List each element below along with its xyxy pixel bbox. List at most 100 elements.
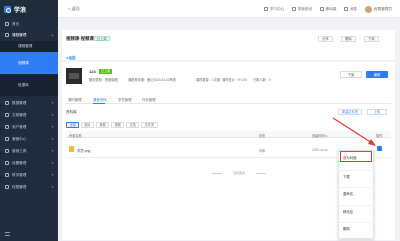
upload-button[interactable]: 上传 (367, 109, 387, 115)
chevron-down-icon: ▼ (51, 137, 54, 141)
collapse-menu-icon[interactable] (5, 232, 10, 236)
sidebar-item-marketing[interactable]: 营销中心 ▼ (0, 134, 58, 144)
course-offline-button[interactable]: 下架 (340, 71, 362, 78)
topbar: < 返回 学习中心 学浪资讯 移动端 消息 权限管理员 (58, 0, 400, 18)
logo-icon (4, 5, 11, 13)
file-created-time: 2020-xx-xx (312, 148, 328, 152)
tab-materials[interactable]: 课程资料 (93, 97, 107, 102)
breadcrumb[interactable]: ◂ 返回 (66, 55, 75, 60)
sidebar-item-data[interactable]: 数据管理 ▼ (0, 98, 58, 108)
sidebar-item-course[interactable]: 课程管理 ▲ (0, 30, 58, 40)
filter-document[interactable]: 文档 (126, 122, 140, 128)
share-button[interactable]: 分享 (318, 36, 333, 42)
menu-item-delete[interactable]: 删除 (339, 222, 375, 234)
course-edit-button[interactable]: 编辑 (366, 71, 388, 78)
meta-price: 课时售价：¥ 0.00 (222, 78, 247, 82)
more-actions-icon[interactable] (377, 146, 382, 151)
top-link-learning-center[interactable]: 学习中心 (264, 7, 284, 12)
new-folder-button[interactable]: 新建文件夹 (338, 109, 362, 115)
home-icon (5, 22, 9, 26)
meta-lessons: 课时数量：1次课 (196, 78, 221, 82)
filter-image[interactable]: 图片 (81, 122, 95, 128)
sidebar-subitem-label: 视频课 (18, 60, 29, 65)
column-header-actions: 操作 (376, 134, 383, 138)
course-id: 123 (89, 69, 96, 74)
menu-item-download[interactable]: 下载 (339, 170, 375, 182)
section-title: 资料库 (66, 110, 77, 114)
sidebar-item-label: 营销工具 (12, 148, 27, 153)
sidebar-subitem-label: 班课库 (18, 82, 29, 87)
sidebar-item-trade[interactable]: 交易管理 ▼ (0, 110, 58, 120)
sidebar-item-settings[interactable]: 设置管理 ▼ (0, 158, 58, 168)
logo-text: 学浪 (14, 7, 27, 14)
sidebar-item-label: 数据管理 (12, 100, 27, 105)
user-menu[interactable]: 权限管理员 (365, 5, 392, 13)
tab-indicator (93, 103, 105, 104)
sidebar-item-home[interactable]: 首页 (0, 19, 58, 29)
chevron-down-icon: ▼ (51, 113, 54, 117)
chevron-up-icon: ▲ (51, 33, 54, 37)
user-icon (5, 125, 9, 129)
book-icon (5, 33, 9, 37)
status-badge: 已上架 (94, 36, 110, 41)
course-thumbnail (66, 68, 82, 84)
sidebar-subitem-class[interactable]: 班课库 (0, 74, 58, 96)
top-link-label: 学习中心 (269, 6, 285, 11)
tab-lessons[interactable]: 课时管理 (68, 97, 82, 102)
meta-validity: 课程有效期：截止2020-11-02有效 (128, 78, 176, 82)
file-name[interactable]: 学员.png (77, 148, 90, 153)
sidebar-item-label: 首页 (12, 21, 20, 26)
key-icon (5, 185, 9, 189)
news-icon (292, 7, 297, 11)
column-header-name: 资源名称 (69, 134, 82, 138)
course-header-card (62, 30, 395, 60)
top-link-mobile[interactable]: 移动端 (320, 7, 336, 12)
top-link-news[interactable]: 学浪资讯 (292, 7, 312, 12)
tab-students[interactable]: 学员管理 (118, 97, 132, 102)
sidebar-item-label: 交易管理 (12, 112, 27, 117)
page-title: 视频课·视频课 (66, 36, 94, 41)
sidebar-item-tools[interactable]: 营销工具 ▼ (0, 146, 58, 156)
sidebar-subitem-video[interactable]: 视频课 (0, 52, 58, 74)
sidebar-item-label: 设置管理 (12, 160, 27, 165)
app-logo[interactable]: 学浪 (4, 4, 26, 14)
menu-item-rename[interactable]: 重命名 (339, 187, 375, 199)
username: 权限管理员 (374, 6, 392, 11)
top-nav: 学习中心 学浪资讯 移动端 消息 权限管理员 (264, 0, 400, 18)
tab-homework[interactable]: 作业管理 (142, 97, 156, 102)
file-status: 待审 (259, 149, 266, 153)
context-menu: 设为封面 下载 重命名 移动至 删除 (338, 150, 375, 239)
sidebar-item-label: 财务管理 (12, 172, 27, 177)
cart-icon (5, 113, 9, 117)
top-link-label: 移动端 (325, 6, 337, 11)
column-header-status: 状态 (259, 134, 266, 138)
filter-audio[interactable]: 音频 (96, 122, 110, 128)
chevron-down-icon: ▼ (51, 125, 54, 129)
chevron-down-icon: ▼ (51, 149, 54, 153)
sidebar-item-user[interactable]: 用户管理 ▼ (0, 122, 58, 132)
sidebar-subitem-course-manage[interactable]: 课程管理 (0, 41, 58, 52)
meta-service-type: 服务类型：视频课程 (89, 78, 118, 82)
back-link[interactable]: < 返回 (68, 6, 79, 12)
sidebar-subitem-label: 课程管理 (18, 44, 33, 48)
filter-all[interactable]: 全部 (66, 122, 80, 128)
annotation-highlight-box (340, 151, 372, 162)
chevron-down-icon: ▼ (51, 173, 54, 177)
tab-bar (66, 96, 391, 104)
learning-center-icon (264, 7, 269, 11)
tool-icon (5, 149, 9, 153)
table-header (66, 131, 391, 138)
delete-button[interactable]: 删除 (341, 36, 356, 42)
chart-icon (5, 101, 9, 105)
column-header-time[interactable]: 创建时间 ≡ (312, 133, 328, 138)
filter-video[interactable]: 视频 (111, 122, 125, 128)
menu-item-move-to[interactable]: 移动至 (339, 205, 375, 217)
offline-button[interactable]: 下架 (364, 36, 379, 42)
filter-folder[interactable]: 文件夹 (141, 122, 158, 128)
sidebar-item-permission[interactable]: 权限管理 ▼ (0, 182, 58, 192)
sidebar-item-finance[interactable]: 财务管理 ▼ (0, 170, 58, 180)
top-link-messages[interactable]: 消息 (344, 7, 357, 12)
avatar (365, 5, 373, 13)
sidebar-item-label: 课程管理 (12, 32, 27, 37)
sidebar-item-label: 营销中心 (12, 136, 27, 141)
